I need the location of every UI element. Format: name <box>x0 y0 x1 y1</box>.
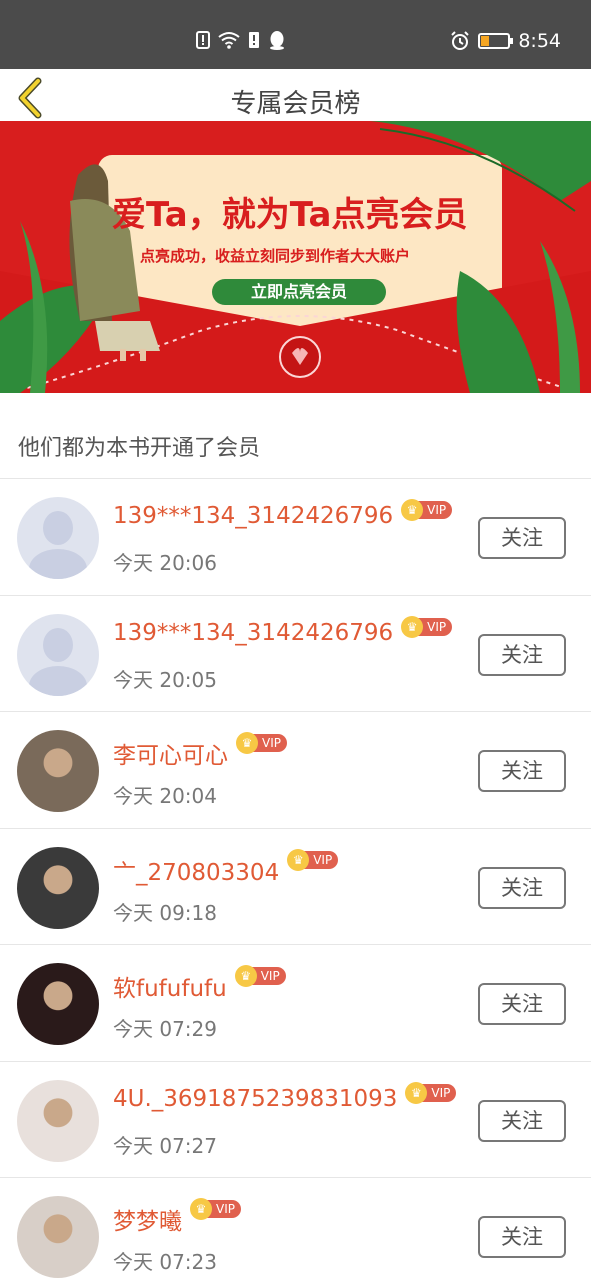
member-name-text: 梦梦曦 <box>113 1209 182 1235</box>
member-name: 亠_270803304 ♛ VIP <box>113 848 339 887</box>
crown-icon: ♛ <box>190 1198 212 1220</box>
section-label: 他们都为本书开通了会员 <box>18 436 261 461</box>
promo-banner[interactable]: 爱Ta，就为Ta点亮会员 点亮成功，收益立刻同步到作者大大账户 立即点亮会员 <box>0 121 591 393</box>
status-bar: 8:54 <box>0 0 591 69</box>
clock: 8:54 <box>518 30 561 52</box>
member-name-text: 139***134_3142426796 <box>113 503 394 529</box>
avatar[interactable] <box>17 1196 99 1278</box>
sim-icon <box>249 32 259 48</box>
status-right: 8:54 <box>450 30 561 52</box>
banner-subtitle: 点亮成功，收益立刻同步到作者大大账户 <box>140 247 411 265</box>
member-time: 今天 20:05 <box>113 667 217 692</box>
member-list: 139***134_3142426796 ♛ VIP 今天 20:06 关注 139***… <box>0 478 591 1280</box>
member-time: 今天 09:18 <box>113 900 217 925</box>
member-time: 今天 20:04 <box>113 784 217 808</box>
avatar[interactable] <box>17 497 99 579</box>
member-time: 今天 07:29 <box>113 1017 217 1041</box>
crown-icon: ♛ <box>287 848 310 871</box>
follow-button[interactable]: 关注 <box>478 750 566 792</box>
member-name: 139***134_3142426796 ♛ VIP <box>113 615 453 646</box>
avatar[interactable] <box>17 846 99 929</box>
vip-badge: ♛ VIP <box>236 732 287 754</box>
follow-button[interactable]: 关注 <box>478 1216 566 1258</box>
member-name-text: 李可心可心 <box>113 743 228 769</box>
list-item[interactable]: 软fufufufu ♛ VIP 今天 07:29 关注 <box>0 945 591 1062</box>
alarm-icon <box>451 31 470 50</box>
avatar[interactable] <box>17 730 99 812</box>
page-title: 专属会员榜 <box>230 89 361 119</box>
status-icons <box>196 30 286 50</box>
vip-badge: ♛ VIP <box>401 499 453 521</box>
avatar[interactable] <box>17 1079 99 1162</box>
vip-badge: ♛ VIP <box>405 1081 457 1104</box>
list-item[interactable]: 139***134_3142426796 ♛ VIP 今天 20:06 关注 <box>0 479 591 596</box>
crown-icon: ♛ <box>401 499 424 521</box>
member-time: 今天 07:27 <box>113 1133 217 1158</box>
avatar[interactable] <box>17 613 99 696</box>
battery-icon <box>478 33 514 49</box>
top-bar: 专属会员榜 <box>0 69 591 121</box>
wifi-icon <box>218 32 240 49</box>
member-name-text: 139***134_3142426796 <box>113 619 394 646</box>
follow-button[interactable]: 关注 <box>478 1099 566 1142</box>
member-name: 李可心可心 ♛ VIP <box>113 732 287 770</box>
follow-button[interactable]: 关注 <box>478 983 566 1025</box>
member-time: 今天 20:06 <box>113 551 217 575</box>
vip-badge: ♛ VIP <box>190 1198 241 1220</box>
alert-icon <box>196 31 210 49</box>
vip-badge: ♛ VIP <box>401 615 453 638</box>
member-name: 软fufufufu ♛ VIP <box>113 965 286 1003</box>
crown-icon: ♛ <box>234 965 257 987</box>
member-name: 4U._3691875239831093 ♛ VIP <box>113 1081 457 1112</box>
member-name-text: 4U._3691875239831093 <box>113 1085 398 1112</box>
banner-headline: 爱Ta，就为Ta点亮会员 <box>112 195 468 235</box>
follow-button[interactable]: 关注 <box>478 866 566 909</box>
vip-badge: ♛ VIP <box>287 848 339 871</box>
follow-button[interactable]: 关注 <box>478 517 566 559</box>
list-item[interactable]: 4U._3691875239831093 ♛ VIP 今天 07:27 关注 <box>0 1062 591 1178</box>
list-item[interactable]: 139***134_3142426796 ♛ VIP 今天 20:05 关注 <box>0 596 591 712</box>
member-name: 梦梦曦 ♛ VIP <box>113 1198 241 1236</box>
member-name-text: 软fufufufu <box>113 976 227 1002</box>
list-item[interactable]: 李可心可心 ♛ VIP 今天 20:04 关注 <box>0 712 591 829</box>
list-item[interactable]: 亠_270803304 ♛ VIP 今天 09:18 关注 <box>0 829 591 945</box>
member-time: 今天 07:23 <box>113 1250 217 1274</box>
member-name-text: 亠_270803304 <box>113 859 280 886</box>
crown-icon: ♛ <box>236 732 258 754</box>
light-up-member-button[interactable]: 立即点亮会员 <box>212 279 386 305</box>
member-name: 139***134_3142426796 ♛ VIP <box>113 499 453 529</box>
vip-badge: ♛ VIP <box>234 965 286 987</box>
follow-button[interactable]: 关注 <box>478 633 566 676</box>
list-item[interactable]: 梦梦曦 ♛ VIP 今天 07:23 关注 <box>0 1178 591 1280</box>
qq-icon <box>270 31 284 50</box>
avatar[interactable] <box>17 963 99 1045</box>
crown-icon: ♛ <box>405 1081 428 1104</box>
crown-icon: ♛ <box>401 615 424 638</box>
